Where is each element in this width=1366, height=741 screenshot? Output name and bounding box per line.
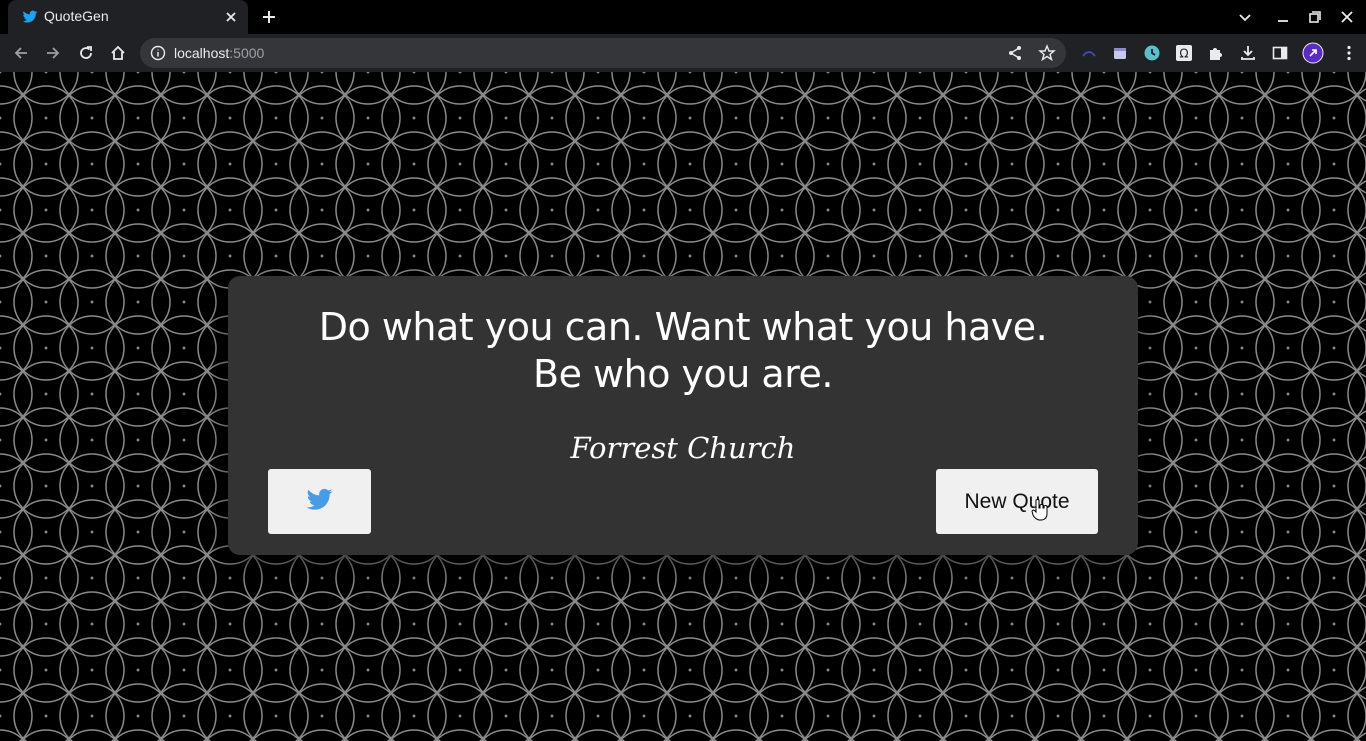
clock-extension-icon[interactable] bbox=[1143, 44, 1161, 62]
browser-toolbar: localhost:5000 Ω bbox=[0, 34, 1366, 72]
new-tab-icon[interactable] bbox=[260, 8, 278, 26]
twitter-icon bbox=[306, 488, 333, 510]
avatar[interactable] bbox=[1302, 42, 1324, 64]
tweet-button[interactable] bbox=[268, 469, 371, 534]
star-icon[interactable] bbox=[1038, 44, 1056, 62]
quote-text: Do what you can. Want what you have. Be … bbox=[318, 305, 1048, 396]
twitter-icon bbox=[22, 10, 38, 23]
arrow-left-icon[interactable] bbox=[12, 44, 30, 62]
url-host: localhost bbox=[174, 45, 230, 61]
quote-author: Forrest Church bbox=[570, 431, 796, 465]
chevron-down-icon[interactable] bbox=[1237, 9, 1253, 25]
url-port: :5000 bbox=[229, 45, 265, 61]
browser-tab-strip: QuoteGen bbox=[0, 0, 1366, 34]
reload-icon[interactable] bbox=[77, 44, 95, 62]
quote-card: Do what you can. Want what you have. Be … bbox=[228, 276, 1138, 555]
browser-tab[interactable]: QuoteGen bbox=[8, 0, 248, 34]
download-icon[interactable] bbox=[1239, 44, 1257, 62]
extension-icon[interactable] bbox=[1080, 44, 1098, 62]
hand-cursor-icon bbox=[1031, 499, 1048, 521]
new-quote-button[interactable]: New Quote bbox=[936, 469, 1098, 534]
puzzle-icon[interactable] bbox=[1207, 44, 1225, 62]
share-icon[interactable] bbox=[1006, 44, 1024, 62]
side-panel-icon[interactable] bbox=[1271, 44, 1289, 62]
tab-title: QuoteGen bbox=[44, 8, 109, 24]
info-icon[interactable] bbox=[150, 45, 166, 61]
svg-text:Ω: Ω bbox=[1179, 47, 1188, 61]
address-bar[interactable]: localhost:5000 bbox=[140, 38, 1066, 68]
url-text: localhost:5000 bbox=[174, 45, 264, 61]
minimize-icon[interactable] bbox=[1275, 9, 1291, 25]
arrow-right-icon[interactable] bbox=[44, 44, 62, 62]
omega-extension-icon[interactable]: Ω bbox=[1175, 44, 1193, 62]
calendar-extension-icon[interactable] bbox=[1111, 44, 1129, 62]
restore-icon[interactable] bbox=[1307, 9, 1323, 25]
home-icon[interactable] bbox=[109, 44, 127, 62]
close-window-icon[interactable] bbox=[1339, 9, 1355, 25]
kebab-menu-icon[interactable] bbox=[1340, 44, 1358, 62]
close-icon[interactable] bbox=[222, 8, 240, 26]
page-viewport: Do what you can. Want what you have. Be … bbox=[0, 72, 1366, 741]
